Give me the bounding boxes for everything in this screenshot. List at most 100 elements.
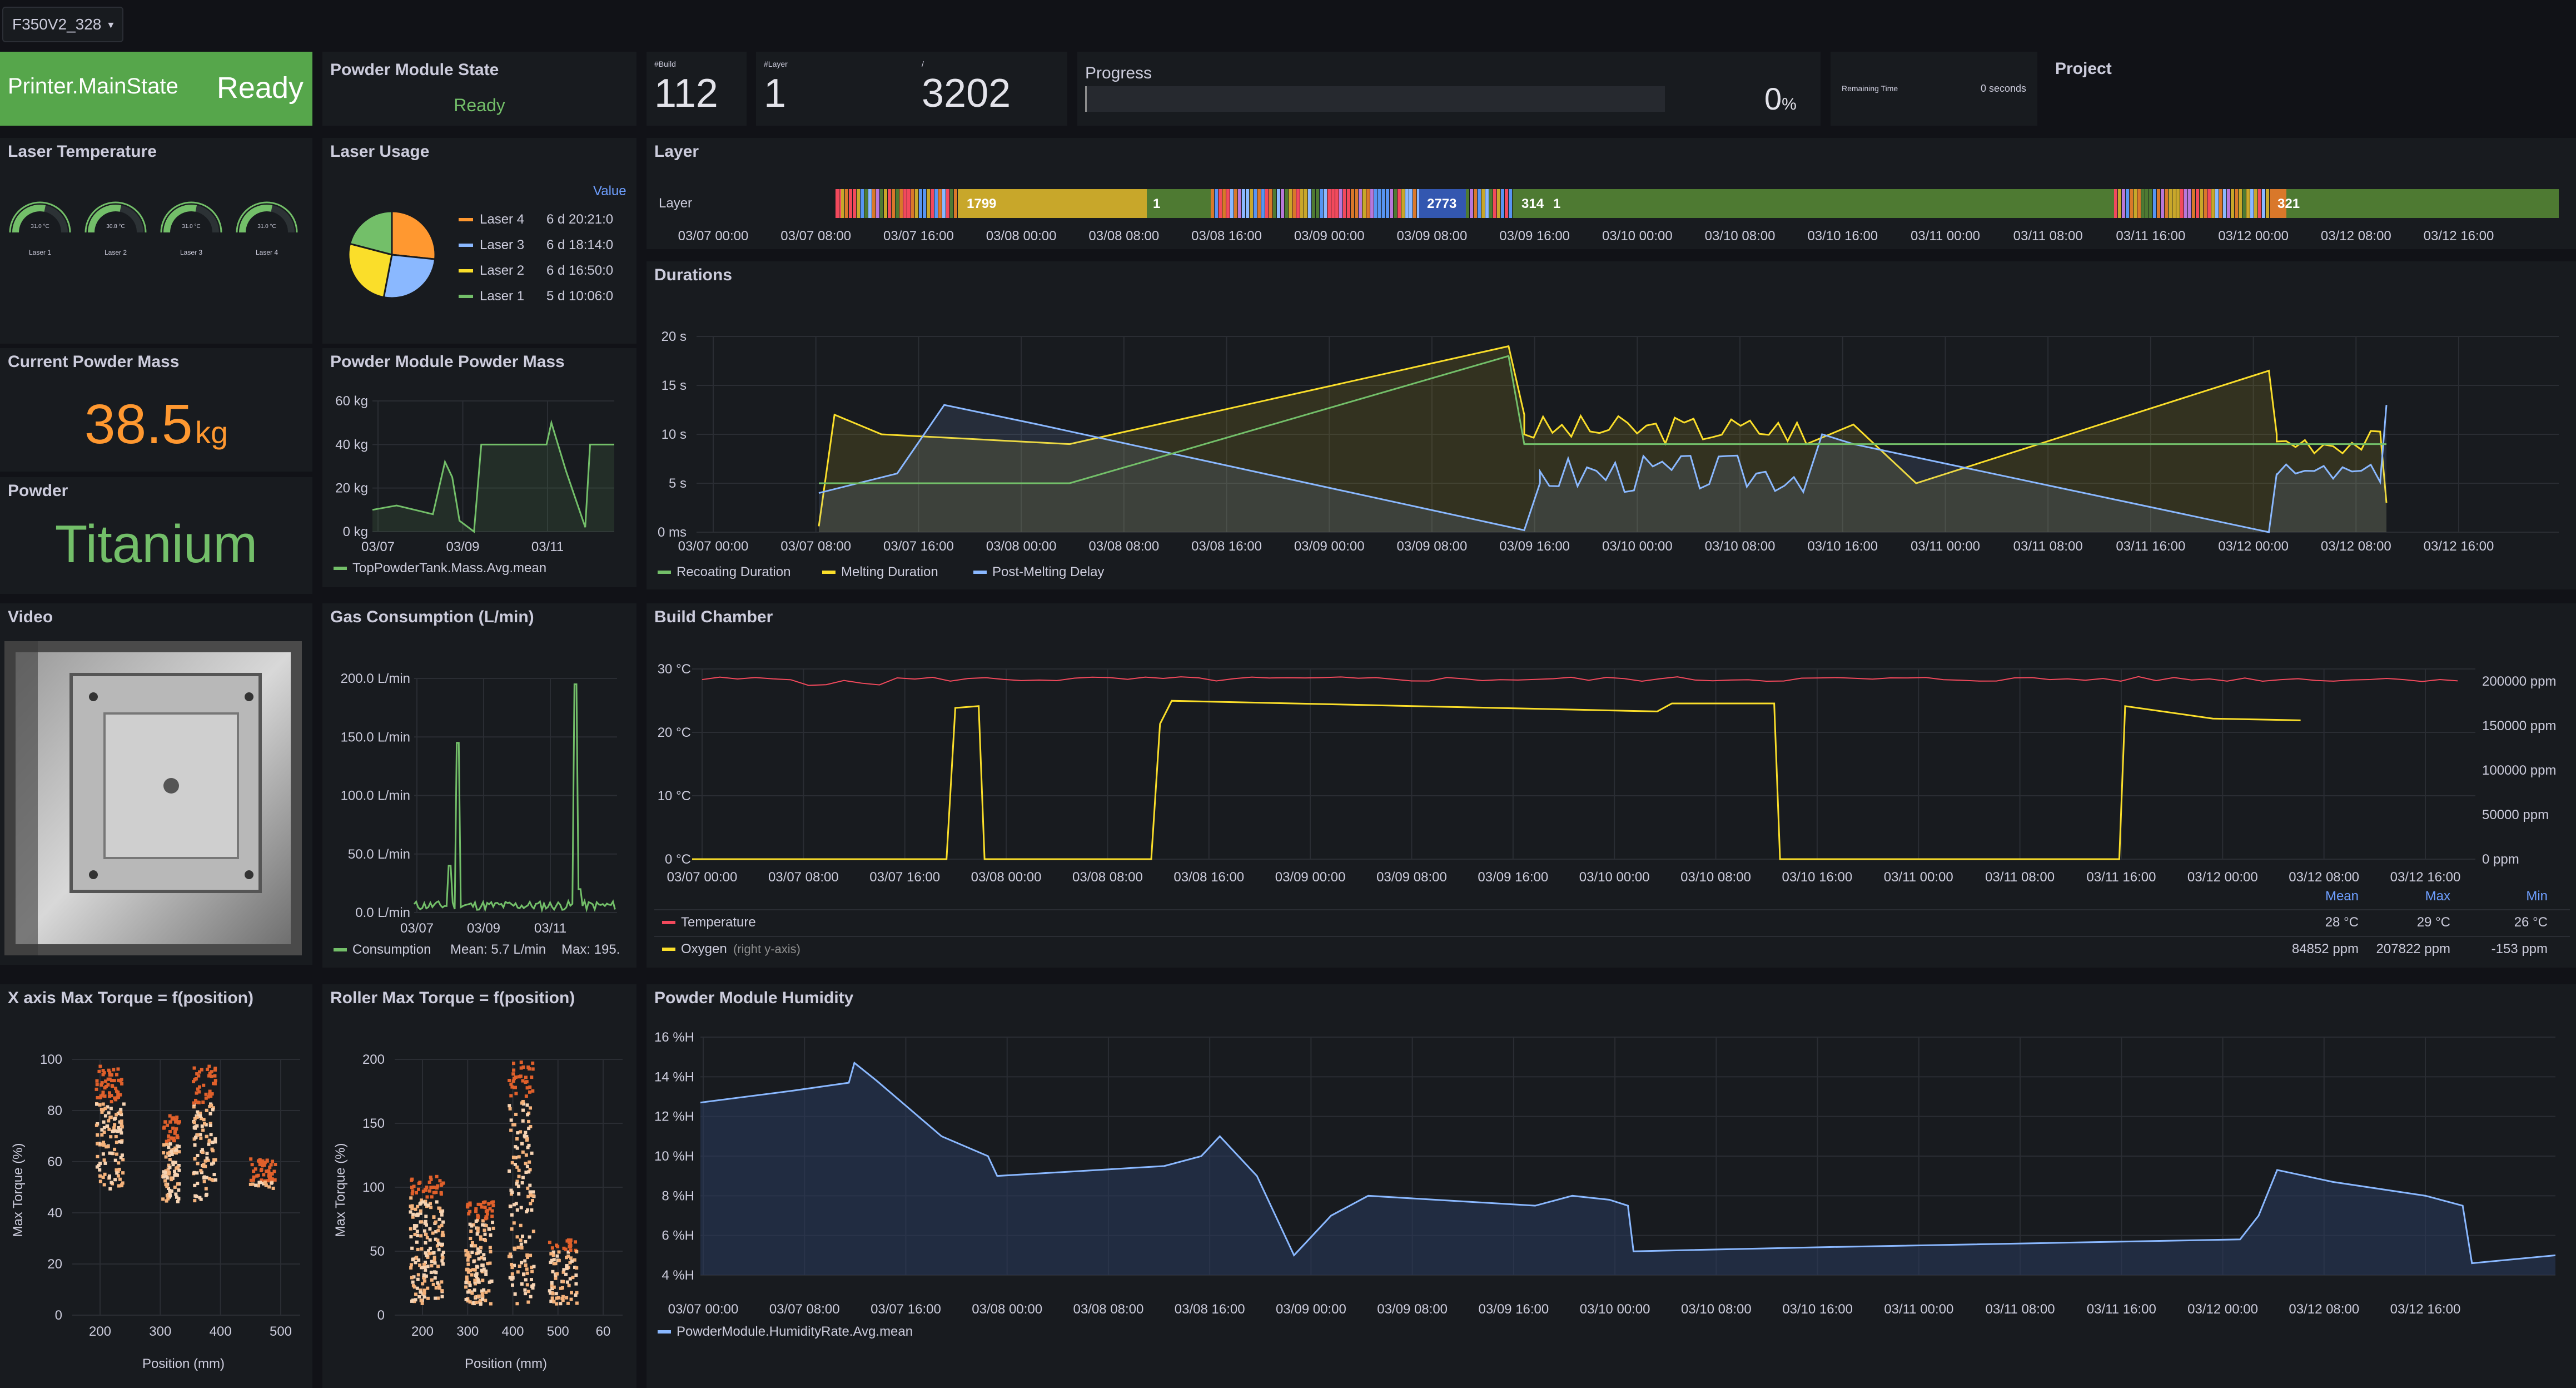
scatter-point — [476, 1295, 480, 1298]
x-tick-label: 03/09 08:00 — [1397, 229, 1468, 244]
x-tick-label: 03/09 — [446, 539, 479, 554]
scatter-point — [556, 1296, 560, 1300]
scatter-point — [101, 1108, 105, 1112]
main-state-label: Printer.MainState — [8, 74, 178, 98]
scatter-point — [168, 1114, 172, 1118]
scatter-point — [470, 1273, 474, 1277]
layer-segment — [1481, 189, 1485, 218]
progress-panel: Progress 0% — [1077, 52, 1821, 126]
scatter-point — [98, 1174, 102, 1178]
scatter-point — [177, 1144, 181, 1148]
x-torque-panel: X axis Max Torque = f(position) 100 80 60 4… — [0, 984, 312, 1388]
layer-segment — [1489, 189, 1493, 218]
scatter-point — [113, 1123, 117, 1127]
y-tick-label: 100 — [362, 1180, 385, 1195]
scatter-point — [470, 1251, 474, 1255]
layer-segment — [1374, 189, 1377, 218]
scatter-point — [490, 1279, 494, 1283]
scatter-point — [484, 1238, 488, 1242]
scatter-point — [424, 1274, 428, 1278]
scatter-point — [422, 1229, 426, 1233]
scatter-point — [416, 1247, 420, 1251]
scatter-point — [424, 1232, 428, 1236]
scatter-point — [433, 1261, 437, 1265]
scatter-point — [165, 1199, 168, 1203]
layer-segment — [2157, 189, 2160, 218]
legend-value: 6 d 16:50:0 — [546, 263, 614, 278]
scatter-point — [480, 1205, 484, 1209]
scatter-point — [555, 1243, 559, 1247]
scatter-point — [527, 1170, 531, 1174]
scatter-point — [410, 1246, 414, 1250]
layer-segment — [1497, 189, 1500, 218]
scatter-point — [479, 1237, 483, 1241]
build-chamber-chart: 30 °C 20 °C 10 °C 0 °C 200000 ppm 150000 ppm 1… — [654, 662, 2570, 956]
scatter-point — [173, 1185, 177, 1189]
scatter-point — [528, 1235, 531, 1239]
legend-max: 207822 ppm — [2376, 941, 2450, 956]
layer-segment — [1219, 189, 1222, 218]
scatter-point — [207, 1064, 211, 1068]
scatter-point — [192, 1171, 196, 1174]
x-tick-label: 03/12 00:00 — [2218, 229, 2289, 244]
scatter-point — [174, 1172, 178, 1176]
video-frame[interactable] — [4, 641, 302, 955]
scatter-point — [480, 1268, 484, 1272]
x-tick-label: 03/08 16:00 — [1173, 870, 1244, 885]
x-tick-label: 03/12 08:00 — [2321, 539, 2391, 554]
scatter-point — [437, 1217, 441, 1221]
scatter-point — [415, 1240, 419, 1244]
laser-usage-legend-item[interactable]: Laser 2 6 d 16:50:0 — [459, 258, 636, 284]
scatter-point — [211, 1082, 215, 1085]
layer-segment — [1466, 189, 1469, 218]
scatter-point — [521, 1235, 525, 1238]
scatter-point — [426, 1296, 430, 1300]
x-tick-label: 03/09 16:00 — [1499, 539, 1570, 554]
x-tick-label: 03/10 08:00 — [1705, 229, 1776, 244]
machine-selector[interactable]: F350V2_328 ▾ — [2, 7, 124, 42]
scatter-point — [524, 1094, 528, 1098]
layer-segment — [1339, 189, 1342, 218]
scatter-point — [416, 1273, 420, 1277]
y-right-tick-label: 150000 ppm — [2482, 718, 2556, 733]
scatter-point — [479, 1246, 483, 1250]
scatter-point — [551, 1292, 555, 1296]
scatter-point — [205, 1134, 208, 1138]
scatter-point — [521, 1079, 525, 1083]
scatter-point — [198, 1114, 202, 1118]
y-tick-label: 12 %H — [654, 1109, 694, 1124]
scatter-point — [101, 1069, 105, 1073]
scatter-point — [168, 1191, 172, 1194]
scatter-point — [530, 1270, 534, 1273]
scatter-point — [207, 1139, 211, 1143]
scatter-point — [487, 1289, 491, 1293]
scatter-point — [432, 1191, 436, 1194]
scatter-point — [171, 1116, 175, 1120]
scatter-point — [511, 1079, 515, 1083]
layer-segment — [1335, 189, 1339, 218]
humidity-chart: 16 %H 14 %H 12 %H 10 %H 8 %H 6 %H 4 %H 03/07 00… — [654, 1030, 2556, 1339]
scatter-point — [512, 1068, 516, 1072]
laser-usage-legend-item[interactable]: Laser 1 5 d 10:06:0 — [459, 284, 636, 309]
durations-chart: 20 s 15 s 10 s 5 s 0 ms03/07 00:00 03/07 08:0… — [658, 329, 2559, 579]
scatter-point — [440, 1223, 444, 1227]
scatter-point — [475, 1232, 479, 1236]
layer-segment — [1281, 189, 1284, 218]
scatter-point — [548, 1289, 551, 1293]
layer-segment — [1359, 189, 1362, 218]
scatter-point — [472, 1260, 476, 1263]
x-tick-label: 03/11 00:00 — [1911, 539, 1980, 554]
laser-usage-legend-item[interactable]: Laser 3 6 d 18:14:0 — [459, 232, 636, 258]
scatter-point — [530, 1208, 534, 1212]
scatter-point — [548, 1241, 551, 1245]
scatter-point — [468, 1283, 472, 1287]
scatter-point — [438, 1179, 442, 1183]
laser-usage-legend-item[interactable]: Laser 4 6 d 20:21:0 — [459, 207, 636, 232]
pm-powder-mass-panel: Powder Module Powder Mass 60 kg 40 kg 20 k… — [322, 348, 636, 587]
scatter-point — [483, 1232, 487, 1236]
scatter-point — [120, 1078, 123, 1082]
layer-segment — [841, 189, 844, 218]
legend-swatch — [662, 921, 675, 924]
layer-segment — [1378, 189, 1381, 218]
y-tick-label: 50.0 L/min — [348, 847, 410, 862]
